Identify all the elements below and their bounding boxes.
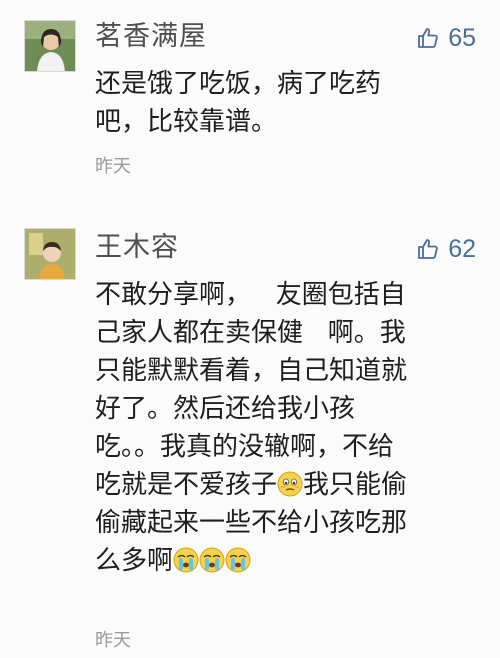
like-count: 62 — [448, 235, 476, 263]
comment-line: 偷藏起来一些不给小孩吃那 — [95, 508, 408, 538]
comment-line: 么多啊 — [95, 546, 174, 576]
timestamp: 昨天 — [95, 630, 131, 651]
thumbs-up-icon — [418, 28, 438, 48]
comment-line: 还是饿了吃饭，病了吃药 — [95, 69, 382, 99]
avatar[interactable] — [24, 20, 76, 72]
comment-line: 我只能偷 — [303, 470, 408, 500]
comment-line: 只能默默看着，自己知道就 — [95, 356, 408, 386]
comment-text: 还是饿了吃饭，病了吃药 吧，比较靠谱。 — [95, 65, 480, 141]
username[interactable]: 茗香满屋 — [95, 21, 207, 53]
user-avatar-child-photo — [25, 229, 75, 279]
crying-face-emoji — [173, 547, 199, 573]
username[interactable]: 王木容 — [95, 232, 179, 264]
comment-line: 吃就是不爱孩子 — [95, 470, 278, 500]
like-button[interactable]: 62 — [416, 232, 476, 266]
like-count: 65 — [448, 24, 476, 52]
user-avatar-woman-photo — [25, 21, 75, 71]
crying-face-emoji — [199, 547, 225, 573]
timestamp: 昨天 — [95, 156, 131, 177]
awkward-face-emoji — [277, 471, 303, 497]
thumbs-up-icon — [418, 239, 438, 259]
crying-face-emoji — [225, 547, 251, 573]
comment-line: 不敢分享啊， 友圈包括自 — [95, 280, 406, 310]
comment-text: 不敢分享啊， 友圈包括自 己家人都在卖保健 啊。我 只能默默看着，自己知道就 好… — [95, 276, 480, 580]
comment-line: 吧，比较靠谱。 — [95, 107, 278, 137]
comment-line: 己家人都在卖保健 啊。我 — [95, 318, 406, 348]
comment-line: 好了。然后还给我小孩 — [95, 394, 356, 424]
avatar[interactable] — [24, 228, 76, 280]
comment-line: 吃。。我真的没辙啊，不给 — [95, 432, 395, 462]
like-button[interactable]: 65 — [416, 21, 476, 55]
